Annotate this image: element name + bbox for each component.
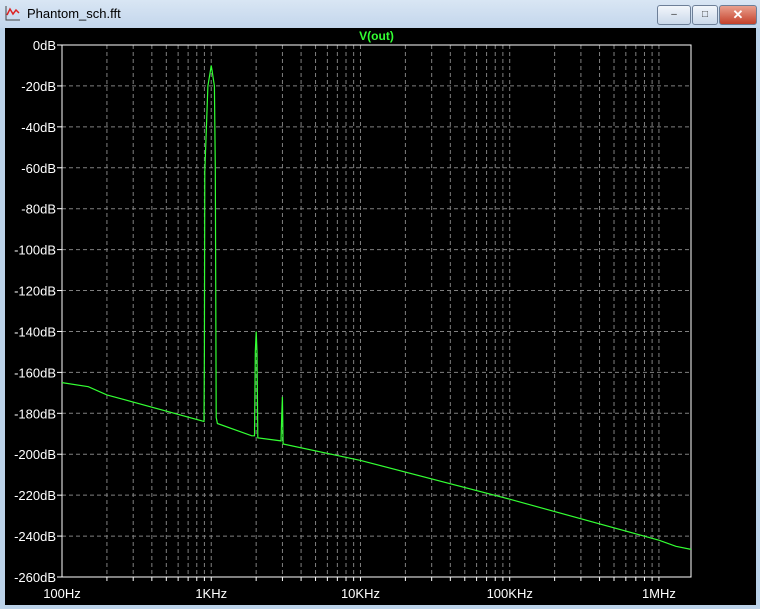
- title-bar: Phantom_sch.fft – □ ✕: [0, 0, 760, 28]
- plot-frame: [61, 44, 692, 578]
- y-tick-label: -120dB: [14, 284, 56, 299]
- trace-vout-line: [61, 65, 692, 550]
- y-tick-label: -40dB: [21, 120, 56, 135]
- y-tick-label: -200dB: [14, 447, 56, 462]
- plot-pane[interactable]: 0dB -20dB -40dB -60dB -80dB -100dB -120dB -140d…: [5, 28, 756, 605]
- y-tick-label: -240dB: [14, 529, 56, 544]
- y-tick-label: -180dB: [14, 406, 56, 421]
- x-tick-label: 100KHz: [487, 586, 533, 601]
- maximize-button[interactable]: □: [692, 5, 718, 25]
- y-tick-label: -140dB: [14, 324, 56, 339]
- trace-label-vout[interactable]: V(out): [359, 29, 394, 43]
- y-tick-label: -260dB: [14, 570, 56, 585]
- x-tick-label: 1KHz: [195, 586, 227, 601]
- waveform-app-icon: [5, 6, 20, 21]
- fft-chart: 0dB -20dB -40dB -60dB -80dB -100dB -120dB -140d…: [14, 29, 692, 601]
- window-title: Phantom_sch.fft: [27, 6, 121, 21]
- x-tick-label: 10KHz: [341, 586, 380, 601]
- x-tick-label: 100Hz: [43, 586, 81, 601]
- y-tick-label: -220dB: [14, 488, 56, 503]
- minimize-button[interactable]: –: [657, 5, 691, 25]
- y-tick-label: -80dB: [21, 202, 56, 217]
- close-button[interactable]: ✕: [719, 5, 757, 25]
- y-tick-label: -60dB: [21, 161, 56, 176]
- y-tick-label: 0dB: [33, 38, 56, 53]
- x-tick-label: 1MHz: [642, 586, 676, 601]
- y-tick-label: -20dB: [21, 79, 56, 94]
- y-tick-label: -160dB: [14, 365, 56, 380]
- y-tick-label: -100dB: [14, 243, 56, 258]
